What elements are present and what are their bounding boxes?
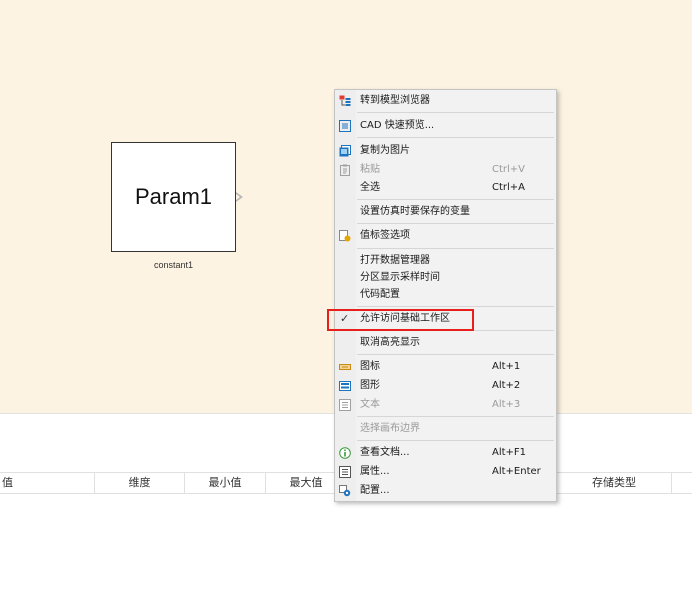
menu-item-label: 粘贴 — [360, 164, 380, 175]
graphic-view-icon — [339, 381, 351, 391]
menu-separator — [357, 440, 554, 441]
menu-item-label: 选择画布边界 — [360, 423, 420, 434]
column-header-value[interactable]: 值 — [0, 473, 95, 493]
model-browser-icon — [339, 95, 351, 106]
context-menu: 转到模型浏览器 CAD 快速预览... 复制为图片 粘贴 Ctrl+V 全选 C… — [334, 89, 557, 502]
menu-item-goto-model-browser[interactable]: 转到模型浏览器 — [335, 92, 556, 110]
value-label-icon — [339, 230, 351, 242]
menu-item-label: 查看文档... — [360, 447, 410, 458]
menu-item-label: CAD 快速预览... — [360, 120, 435, 131]
menu-item-label: 复制为图片 — [360, 145, 410, 156]
menu-separator — [357, 137, 554, 138]
copy-image-icon — [339, 145, 351, 157]
menu-item-label: 属性... — [360, 466, 390, 477]
menu-separator — [357, 199, 554, 200]
menu-separator — [357, 306, 554, 307]
menu-item-label: 图标 — [360, 361, 380, 372]
menu-item-label: 转到模型浏览器 — [360, 95, 430, 106]
menu-item-properties[interactable]: 属性... Alt+Enter — [335, 463, 556, 481]
menu-item-value-label-options[interactable]: 值标签选项 — [335, 227, 556, 245]
menu-item-shortcut: Ctrl+V — [492, 164, 526, 175]
menu-item-label: 值标签选项 — [360, 230, 410, 241]
menu-item-copy-as-image[interactable]: 复制为图片 — [335, 142, 556, 160]
menu-item-configure[interactable]: 配置... — [335, 482, 556, 500]
menu-separator — [357, 248, 554, 249]
highlight-annotation-box — [327, 309, 474, 331]
menu-item-text-view[interactable]: 文本 Alt+3 — [335, 396, 556, 414]
menu-item-shortcut: Ctrl+A — [492, 182, 526, 193]
menu-item-label: 设置仿真时要保存的变量 — [360, 206, 470, 217]
menu-item-label: 分区显示采样时间 — [360, 272, 440, 283]
menu-item-shortcut: Alt+1 — [492, 361, 521, 372]
menu-item-code-config[interactable]: 代码配置 — [335, 286, 556, 304]
paste-icon — [340, 164, 350, 176]
column-header-dimension[interactable]: 维度 — [95, 473, 185, 493]
menu-item-select-all[interactable]: 全选 Ctrl+A — [335, 179, 556, 197]
menu-item-open-data-manager[interactable]: 打开数据管理器 — [335, 252, 556, 270]
menu-item-label: 图形 — [360, 380, 380, 391]
text-view-icon — [339, 399, 351, 411]
column-header-storage-type[interactable]: 存储类型 — [557, 473, 672, 493]
menu-item-shortcut: Alt+2 — [492, 380, 521, 391]
menu-separator — [357, 416, 554, 417]
menu-item-graphic-view[interactable]: 图形 Alt+2 — [335, 377, 556, 395]
menu-item-shortcut: Alt+F1 — [492, 447, 527, 458]
menu-item-select-canvas-bounds[interactable]: 选择画布边界 — [335, 420, 556, 438]
menu-item-icon-view[interactable]: 图标 Alt+1 — [335, 358, 556, 376]
block-name-label[interactable]: constant1 — [111, 260, 236, 270]
icon-view-icon — [339, 364, 351, 370]
constant-block[interactable]: Param1 — [111, 142, 236, 252]
settings-icon — [339, 485, 351, 497]
menu-item-shortcut: Alt+Enter — [492, 466, 541, 477]
output-port-inner — [236, 194, 240, 200]
menu-item-remove-highlight[interactable]: 取消高亮显示 — [335, 334, 556, 352]
menu-item-label: 打开数据管理器 — [360, 255, 430, 266]
block-value-text: Param1 — [134, 184, 213, 209]
menu-item-label: 取消高亮显示 — [360, 337, 420, 348]
menu-separator — [357, 354, 554, 355]
menu-item-paste[interactable]: 粘贴 Ctrl+V — [335, 161, 556, 179]
cad-preview-icon — [339, 120, 351, 132]
menu-item-view-docs[interactable]: 查看文档... Alt+F1 — [335, 444, 556, 462]
menu-item-label: 文本 — [360, 399, 380, 410]
menu-item-logging-variables[interactable]: 设置仿真时要保存的变量 — [335, 203, 556, 221]
properties-icon — [339, 466, 351, 478]
menu-separator — [357, 112, 554, 113]
menu-item-label: 代码配置 — [360, 289, 400, 300]
menu-item-label: 全选 — [360, 182, 380, 193]
menu-item-cad-preview[interactable]: CAD 快速预览... — [335, 117, 556, 135]
column-header-min[interactable]: 最小值 — [185, 473, 266, 493]
menu-item-label: 配置... — [360, 485, 390, 496]
menu-item-shortcut: Alt+3 — [492, 399, 521, 410]
info-icon — [339, 447, 351, 459]
menu-separator — [357, 223, 554, 224]
menu-item-sample-time-display[interactable]: 分区显示采样时间 — [335, 269, 556, 287]
